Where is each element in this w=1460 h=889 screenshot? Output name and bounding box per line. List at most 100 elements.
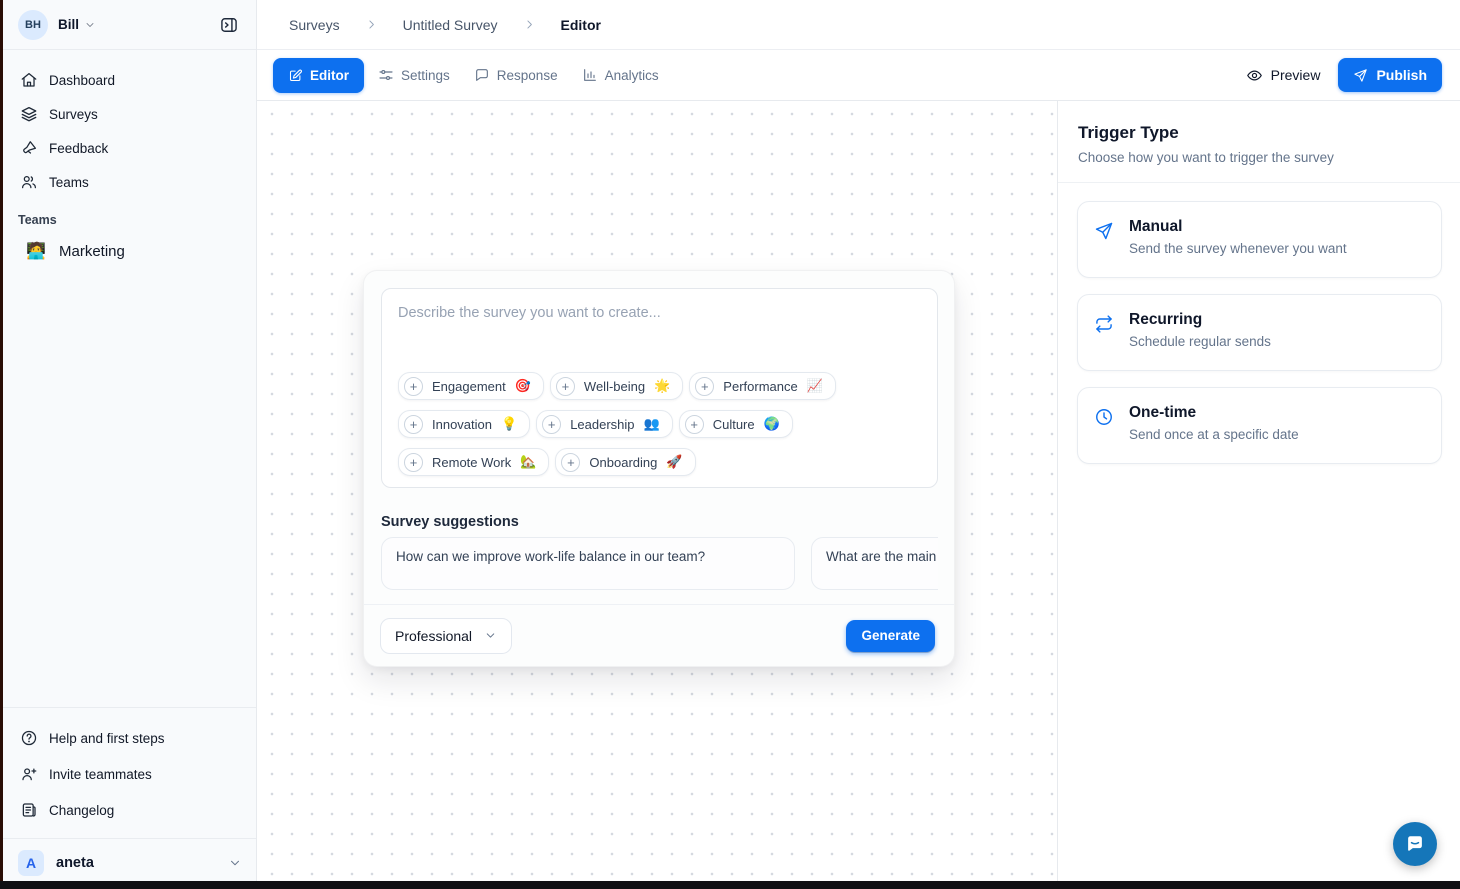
topic-chip-innovation[interactable]: + Innovation 💡 — [398, 410, 530, 438]
option-title: Recurring — [1129, 311, 1271, 329]
tab-settings[interactable]: Settings — [368, 58, 460, 93]
chevron-down-icon — [84, 19, 96, 31]
suggestion-card[interactable]: What are the main ob — [811, 537, 938, 590]
plus-icon: + — [404, 453, 423, 472]
star-emoji-icon: 🌟 — [654, 378, 670, 394]
people-emoji-icon: 👥 — [644, 416, 660, 432]
preview-button[interactable]: Preview — [1246, 67, 1321, 84]
chevron-down-icon — [228, 856, 242, 870]
breadcrumb-untitled-survey[interactable]: Untitled Survey — [403, 17, 498, 33]
workspace-switcher[interactable]: BH Bill — [0, 0, 256, 50]
panel-title: Trigger Type — [1078, 123, 1438, 143]
tab-response[interactable]: Response — [464, 58, 568, 93]
breadcrumb-surveys[interactable]: Surveys — [289, 17, 340, 33]
trigger-option-recurring[interactable]: Recurring Schedule regular sends — [1077, 294, 1442, 371]
globe-emoji-icon: 🌍 — [764, 416, 780, 432]
chevron-right-icon — [523, 18, 536, 31]
tone-value: Professional — [395, 628, 472, 644]
trigger-panel-header: Trigger Type Choose how you want to trig… — [1058, 101, 1460, 183]
chart-emoji-icon: 📈 — [807, 378, 823, 394]
editor-canvas[interactable]: Describe the survey you want to create..… — [257, 101, 1057, 889]
trigger-option-manual[interactable]: Manual Send the survey whenever you want — [1077, 201, 1442, 278]
preview-label: Preview — [1271, 67, 1321, 83]
home-icon — [20, 71, 38, 89]
team-label: Marketing — [59, 243, 125, 260]
sidebar-collapse-button[interactable] — [215, 11, 243, 39]
user-name: aneta — [56, 855, 94, 871]
plus-icon: + — [685, 415, 704, 434]
chip-label: Leadership — [570, 417, 634, 432]
topic-chip-performance[interactable]: + Performance 📈 — [689, 372, 836, 400]
sidebar-item-dashboard[interactable]: Dashboard — [12, 63, 244, 97]
publish-label: Publish — [1376, 67, 1427, 83]
screenshot-left-edge — [0, 0, 3, 889]
ai-survey-generator-panel: Describe the survey you want to create..… — [363, 270, 955, 667]
megaphone-icon — [20, 139, 38, 157]
option-description: Schedule regular sends — [1129, 334, 1271, 349]
sidebar-nav: Dashboard Surveys Feedback Teams — [0, 50, 256, 199]
rocket-emoji-icon: 🚀 — [666, 454, 682, 470]
chip-label: Engagement — [432, 379, 506, 394]
panel-subtitle: Choose how you want to trigger the surve… — [1078, 150, 1438, 165]
tab-label: Analytics — [605, 68, 659, 83]
tone-select[interactable]: Professional — [380, 618, 512, 654]
sidebar-spacer — [0, 271, 256, 707]
chat-launcher-button[interactable] — [1393, 822, 1437, 866]
user-plus-icon — [20, 765, 38, 783]
sidebar-item-label: Invite teammates — [49, 767, 152, 782]
option-title: Manual — [1129, 218, 1347, 236]
eye-icon — [1246, 67, 1263, 84]
sidebar: BH Bill Dashboard Surv — [0, 0, 257, 889]
app-window: BH Bill Dashboard Surv — [0, 0, 1460, 889]
workspace: Describe the survey you want to create..… — [257, 101, 1460, 889]
toolbar: Editor Settings Response — [257, 50, 1460, 101]
plus-icon: + — [695, 377, 714, 396]
publish-button[interactable]: Publish — [1338, 58, 1442, 92]
trigger-type-panel: Trigger Type Choose how you want to trig… — [1057, 101, 1460, 889]
topic-chip-onboarding[interactable]: + Onboarding 🚀 — [555, 448, 695, 476]
option-texts: Manual Send the survey whenever you want — [1129, 218, 1347, 261]
topic-chip-culture[interactable]: + Culture 🌍 — [679, 410, 793, 438]
chip-label: Culture — [713, 417, 755, 432]
sidebar-item-label: Teams — [49, 175, 89, 190]
topic-chip-remote-work[interactable]: + Remote Work 🏡 — [398, 448, 549, 476]
users-icon — [20, 173, 38, 191]
tab-analytics[interactable]: Analytics — [572, 58, 669, 93]
survey-suggestions-row: How can we improve work-life balance in … — [381, 537, 938, 590]
sidebar-item-label: Dashboard — [49, 73, 115, 88]
option-texts: One-time Send once at a specific date — [1129, 404, 1299, 447]
topic-chip-well-being[interactable]: + Well-being 🌟 — [550, 372, 683, 400]
breadcrumb: Surveys Untitled Survey Editor — [257, 0, 1460, 50]
suggestion-card[interactable]: How can we improve work-life balance in … — [381, 537, 795, 590]
chevron-down-icon — [484, 629, 497, 642]
sidebar-item-surveys[interactable]: Surveys — [12, 97, 244, 131]
bar-chart-icon — [582, 67, 598, 83]
sidebar-item-help[interactable]: Help and first steps — [12, 720, 244, 756]
house-emoji-icon: 🏡 — [520, 454, 536, 470]
plus-icon: + — [404, 377, 423, 396]
chat-bubble-icon — [1404, 833, 1426, 855]
editor-tabs: Editor Settings Response — [273, 58, 669, 93]
survey-suggestions-label: Survey suggestions — [381, 514, 519, 530]
sidebar-team-marketing[interactable]: 🧑‍💻 Marketing — [12, 231, 244, 271]
sidebar-item-teams[interactable]: Teams — [12, 165, 244, 199]
pencil-square-icon — [288, 68, 303, 83]
plus-icon: + — [556, 377, 575, 396]
sidebar-item-changelog[interactable]: Changelog — [12, 792, 244, 828]
tab-label: Settings — [401, 68, 450, 83]
trigger-option-one-time[interactable]: One-time Send once at a specific date — [1077, 387, 1442, 464]
survey-prompt-input[interactable]: Describe the survey you want to create..… — [398, 305, 921, 321]
sidebar-item-feedback[interactable]: Feedback — [12, 131, 244, 165]
clock-icon — [1094, 407, 1114, 447]
generate-button[interactable]: Generate — [846, 620, 935, 652]
chip-label: Performance — [723, 379, 797, 394]
topic-chip-engagement[interactable]: + Engagement 🎯 — [398, 372, 544, 400]
tab-editor[interactable]: Editor — [273, 58, 364, 93]
option-title: One-time — [1129, 404, 1299, 422]
changelog-icon — [20, 801, 38, 819]
plus-icon: + — [542, 415, 561, 434]
trigger-options: Manual Send the survey whenever you want… — [1058, 183, 1460, 464]
sidebar-item-label: Feedback — [49, 141, 108, 156]
sidebar-item-invite[interactable]: Invite teammates — [12, 756, 244, 792]
topic-chip-leadership[interactable]: + Leadership 👥 — [536, 410, 673, 438]
